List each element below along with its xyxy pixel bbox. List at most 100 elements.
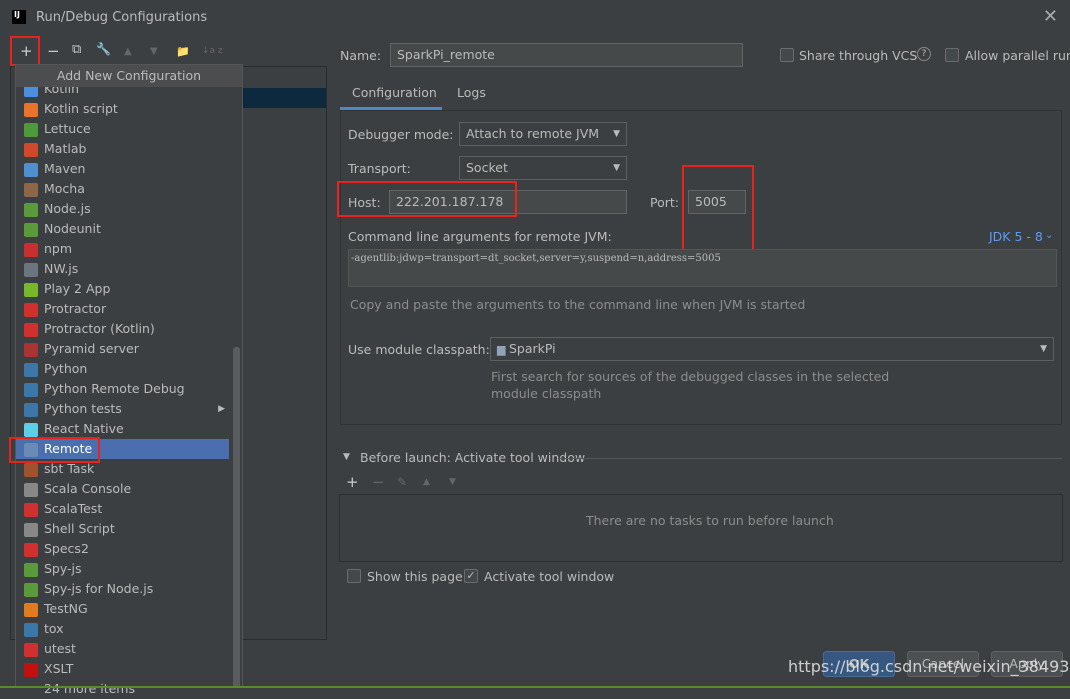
move-down-icon[interactable]: ▼ (150, 46, 158, 57)
remove-task-icon[interactable]: − (372, 473, 385, 491)
config-type-icon (24, 502, 38, 517)
transport-label: Transport: (348, 161, 411, 176)
activate-tool-checkbox[interactable]: ✓ (464, 569, 478, 583)
menu-item-utest[interactable]: utest (24, 639, 229, 659)
module-folder-icon: ▆ (497, 343, 509, 356)
wrench-icon[interactable]: 🔧 (96, 42, 111, 56)
tooltip: Add New Configuration (16, 65, 242, 87)
menu-item-scalatest[interactable]: ScalaTest (24, 499, 229, 519)
popup-scrollbar[interactable] (233, 347, 240, 688)
menu-item-specs2[interactable]: Specs2 (24, 539, 229, 559)
menu-item-spy-js-for-node-js[interactable]: Spy-js for Node.js (24, 579, 229, 599)
debugger-mode-select[interactable]: Attach to remote JVM ▼ (459, 122, 627, 146)
config-type-icon (24, 622, 38, 637)
menu-item-label: Python (44, 361, 88, 376)
menu-item-label: Spy-js (44, 561, 82, 576)
module-classpath-select[interactable]: ▆ SparkPi ▼ (490, 337, 1054, 361)
config-type-icon (24, 222, 38, 237)
sort-icon[interactable]: ↓a z (202, 46, 223, 56)
menu-item-mocha[interactable]: Mocha (24, 179, 229, 199)
show-page-label: Show this page (367, 569, 463, 584)
menu-item-node-js[interactable]: Node.js (24, 199, 229, 219)
add-configuration-popup: Kotlin Kotlin script Lettuce Matlab Maven Moc… (15, 64, 243, 696)
folder-add-icon[interactable]: 📁 (176, 45, 190, 58)
menu-item-label: Python tests (44, 401, 122, 416)
allow-parallel-label: Allow parallel run (965, 48, 1070, 63)
menu-item-maven[interactable]: Maven (24, 159, 229, 179)
menu-item-nw-js[interactable]: NW.js (24, 259, 229, 279)
config-type-icon (24, 142, 38, 157)
config-type-icon (24, 562, 38, 577)
config-type-icon (24, 462, 38, 477)
name-label: Name: (340, 48, 382, 63)
cmd-args-textarea[interactable]: -agentlib:jdwp=transport=dt_socket,serve… (348, 249, 1057, 287)
selected-tree-item[interactable] (242, 88, 326, 108)
allow-parallel-checkbox[interactable] (945, 48, 959, 62)
menu-item-shell-script[interactable]: Shell Script (24, 519, 229, 539)
highlight-box (9, 437, 100, 463)
menu-item-protractor-kotlin[interactable]: Protractor (Kotlin) (24, 319, 229, 339)
help-icon[interactable]: ? (917, 47, 931, 61)
menu-item-protractor[interactable]: Protractor (24, 299, 229, 319)
config-type-icon (24, 102, 38, 117)
debugger-mode-value: Attach to remote JVM (466, 126, 600, 141)
module-hint-2: module classpath (491, 386, 602, 401)
menu-item-npm[interactable]: npm (24, 239, 229, 259)
menu-item-label: Protractor (Kotlin) (44, 321, 155, 336)
name-input[interactable]: SparkPi_remote (390, 43, 743, 67)
remove-icon[interactable]: − (47, 42, 60, 60)
window-title: Run/Debug Configurations (36, 10, 208, 25)
jdk-version-link[interactable]: JDK 5 - 8 (989, 229, 1043, 244)
menu-item-lettuce[interactable]: Lettuce (24, 119, 229, 139)
move-up-icon[interactable]: ▲ (423, 477, 430, 487)
menu-item-scala-console[interactable]: Scala Console (24, 479, 229, 499)
menu-item-python-remote-debug[interactable]: Python Remote Debug (24, 379, 229, 399)
menu-item-label: Pyramid server (44, 341, 139, 356)
menu-item-tox[interactable]: tox (24, 619, 229, 639)
config-type-icon (24, 402, 38, 417)
copy-icon[interactable]: ⧉ (72, 42, 81, 57)
move-up-icon[interactable]: ▲ (124, 46, 132, 57)
menu-item-kotlin-script[interactable]: Kotlin script (24, 99, 229, 119)
menu-item-testng[interactable]: TestNG (24, 599, 229, 619)
module-classpath-label: Use module classpath: (348, 342, 490, 357)
config-type-icon (24, 282, 38, 297)
move-down-icon[interactable]: ▼ (449, 477, 456, 487)
menu-item-24-more-items[interactable]: 24 more items (24, 679, 229, 699)
collapse-triangle-icon[interactable]: ▼ (343, 452, 350, 462)
menu-item-matlab[interactable]: Matlab (24, 139, 229, 159)
menu-item-label: Lettuce (44, 121, 91, 136)
tab-configuration[interactable]: Configuration (352, 85, 437, 100)
menu-item-nodeunit[interactable]: Nodeunit (24, 219, 229, 239)
transport-select[interactable]: Socket ▼ (459, 156, 627, 180)
menu-item-label: Nodeunit (44, 221, 101, 236)
menu-item-label: Kotlin script (44, 101, 118, 116)
edit-task-icon[interactable]: ✎ (397, 475, 407, 489)
config-type-icon (24, 162, 38, 177)
menu-item-react-native[interactable]: React Native (24, 419, 229, 439)
close-icon[interactable]: ✕ (1043, 6, 1058, 27)
config-type-icon (24, 302, 38, 317)
share-vcs-checkbox[interactable] (780, 48, 794, 62)
config-type-icon (24, 522, 38, 537)
menu-item-label: Scala Console (44, 481, 132, 496)
menu-item-label: Protractor (44, 301, 107, 316)
menu-item-xslt[interactable]: XSLT (24, 659, 229, 679)
no-tasks-text: There are no tasks to run before launch (586, 513, 834, 528)
show-page-checkbox[interactable] (347, 569, 361, 583)
menu-item-python-tests[interactable]: Python tests ▶ (24, 399, 229, 419)
tasks-list[interactable] (339, 494, 1063, 562)
config-type-icon (24, 182, 38, 197)
share-vcs-label: Share through VCS (799, 48, 918, 63)
menu-item-python[interactable]: Python (24, 359, 229, 379)
menu-item-play-2-app[interactable]: Play 2 App (24, 279, 229, 299)
transport-value: Socket (466, 160, 508, 175)
menu-item-label: NW.js (44, 261, 79, 276)
config-type-icon (24, 202, 38, 217)
tab-logs[interactable]: Logs (457, 85, 486, 100)
cmd-args-hint: Copy and paste the arguments to the comm… (350, 297, 806, 312)
add-task-icon[interactable]: + (346, 473, 359, 491)
menu-item-spy-js[interactable]: Spy-js (24, 559, 229, 579)
menu-item-pyramid-server[interactable]: Pyramid server (24, 339, 229, 359)
config-type-icon (24, 662, 38, 677)
